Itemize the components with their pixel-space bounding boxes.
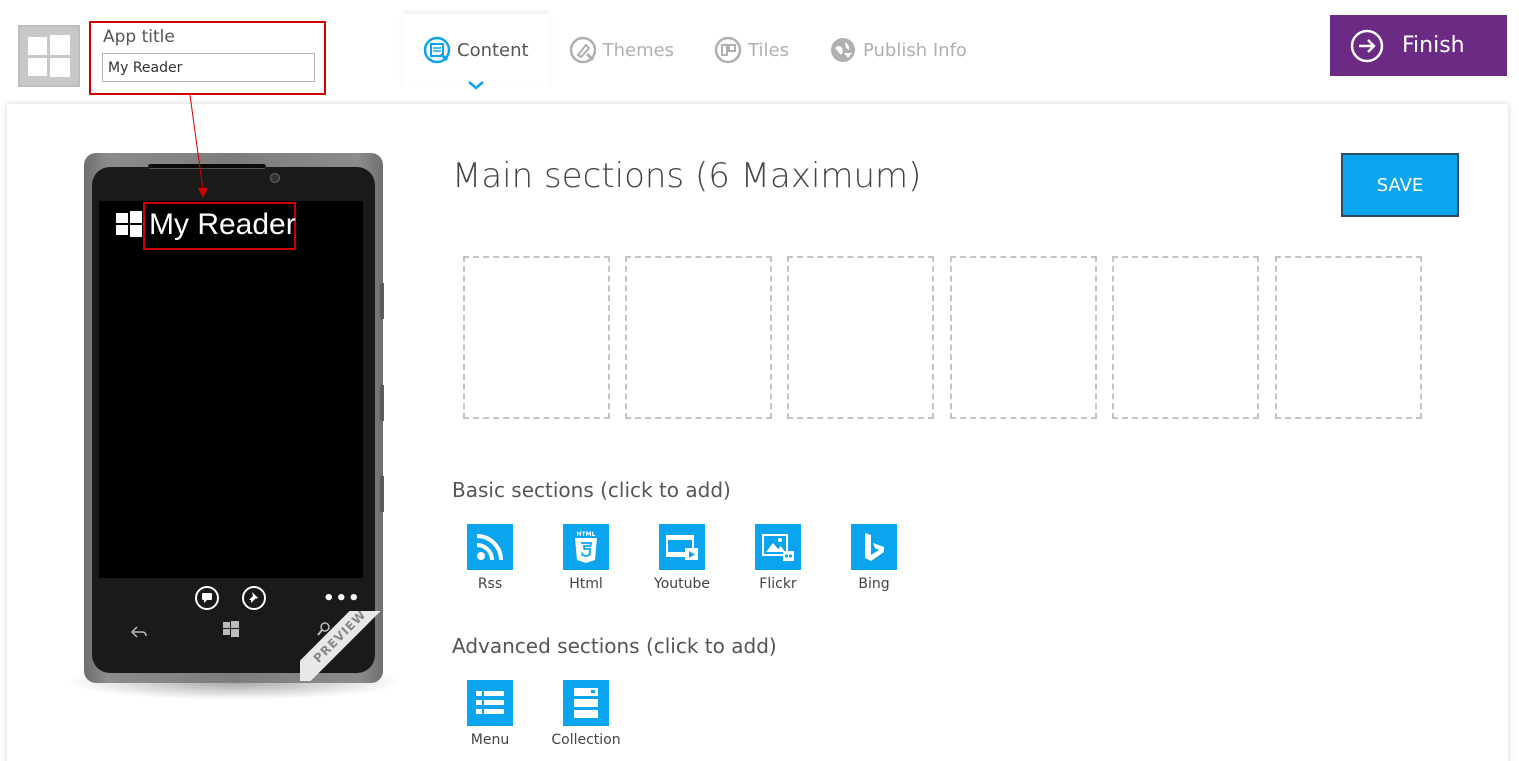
preview-ribbon: PREVIEW: [300, 611, 390, 681]
bing-icon: [865, 533, 884, 561]
section-slot-5[interactable]: [1112, 256, 1259, 419]
tab-themes-label: Themes: [602, 39, 675, 61]
section-slot-2[interactable]: [625, 256, 772, 419]
comment-icon: [195, 586, 219, 610]
publish-info-icon: [830, 38, 855, 62]
phone-camera: [270, 173, 280, 183]
bing-label: Bing: [858, 576, 890, 592]
pin-icon: [242, 586, 266, 610]
youtube-tile: [659, 524, 705, 570]
video-icon: [666, 535, 698, 560]
more-dots-icon: •••: [323, 588, 361, 609]
save-button[interactable]: SAVE: [1341, 153, 1459, 217]
tab-tiles-label: Tiles: [748, 39, 789, 61]
back-arrow-icon: [130, 626, 147, 638]
tab-publish-info-label: Publish Info: [862, 39, 967, 61]
bing-tile: [851, 524, 897, 570]
rss-icon: [476, 534, 503, 561]
windows-logo-icon: [28, 35, 70, 77]
html-label: Html: [569, 576, 603, 592]
basic-section-flickr[interactable]: Flickr: [733, 524, 823, 592]
collection-label: Collection: [551, 732, 621, 748]
phone-side-button: [380, 283, 384, 319]
tab-content[interactable]: Content: [403, 14, 549, 90]
app-title-input[interactable]: [102, 53, 315, 82]
app-logo[interactable]: [18, 25, 80, 87]
arrow-right-circle-icon: [1350, 29, 1384, 62]
basic-sections-label: Basic sections (click to add): [452, 478, 731, 502]
menu-tile: [467, 680, 513, 726]
app-title-group: App title: [89, 21, 326, 95]
preview-ribbon-text: PREVIEW: [300, 611, 390, 681]
html-tile: HTML: [563, 524, 609, 570]
image-icon: [762, 534, 794, 561]
section-slot-1[interactable]: [463, 256, 610, 419]
tab-tiles[interactable]: Tiles: [694, 14, 809, 86]
phone-screen: [99, 201, 363, 615]
tab-content-label: Content: [457, 39, 529, 61]
tab-themes[interactable]: Themes: [549, 14, 694, 86]
themes-icon: [569, 36, 596, 64]
chevron-down-icon: [467, 81, 484, 90]
menu-list-icon: [476, 691, 504, 714]
finish-button-label: Finish: [1402, 33, 1465, 58]
basic-section-rss[interactable]: Rss: [445, 524, 535, 592]
rss-label: Rss: [477, 576, 503, 592]
section-slot-3[interactable]: [787, 256, 934, 419]
advanced-section-menu[interactable]: Menu: [445, 680, 535, 748]
section-slot-4[interactable]: [950, 256, 1097, 419]
tab-publish-info[interactable]: Publish Info: [809, 14, 987, 86]
phone-side-button: [380, 385, 384, 421]
advanced-sections-label: Advanced sections (click to add): [452, 634, 777, 658]
finish-button[interactable]: Finish: [1330, 15, 1507, 76]
app-title-label: App title: [103, 27, 175, 47]
windows-start-icon: [223, 621, 239, 637]
section-slot-6[interactable]: [1275, 256, 1422, 419]
svg-text:HTML: HTML: [577, 531, 596, 538]
youtube-label: Youtube: [654, 576, 710, 592]
html5-icon: HTML: [575, 531, 597, 563]
collection-tile: [563, 680, 609, 726]
tab-bar: Content Themes Tiles Publish Info: [403, 14, 987, 90]
flickr-label: Flickr: [759, 576, 797, 592]
phone-speaker: [148, 164, 266, 169]
preview-app-title-highlight: My Reader: [143, 202, 296, 250]
phone-side-button: [380, 476, 384, 512]
content-icon: [423, 36, 451, 64]
basic-section-youtube[interactable]: Youtube: [637, 524, 727, 592]
flickr-tile: [755, 524, 801, 570]
main-sections-heading: Main sections (6 Maximum): [452, 156, 922, 196]
basic-section-html[interactable]: HTML Html: [541, 524, 631, 592]
rss-tile: [467, 524, 513, 570]
advanced-section-collection[interactable]: Collection: [541, 680, 631, 748]
preview-app-title: My Reader: [149, 208, 296, 241]
basic-section-bing[interactable]: Bing: [829, 524, 919, 592]
windows-logo-icon: [116, 211, 142, 237]
tiles-icon: [714, 36, 742, 64]
menu-label: Menu: [470, 732, 510, 748]
collection-icon: [574, 688, 598, 718]
